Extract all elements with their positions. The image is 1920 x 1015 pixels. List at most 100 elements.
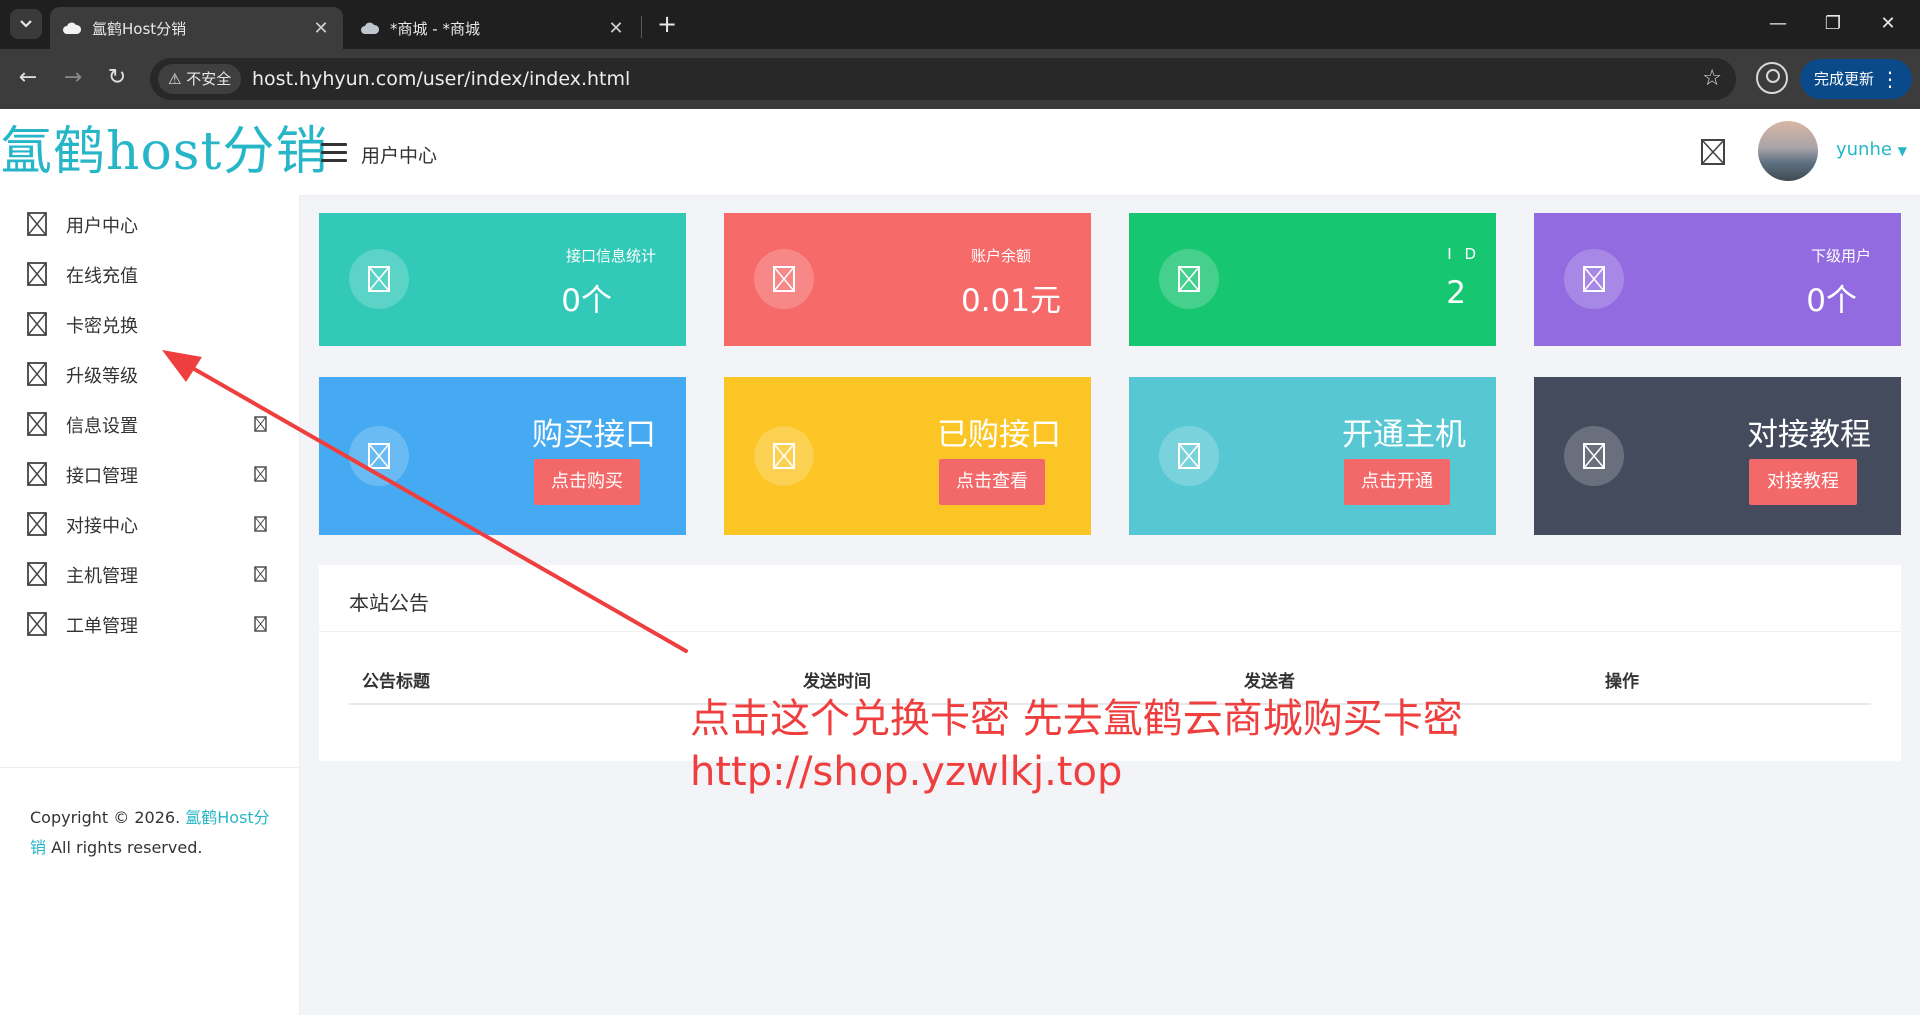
- action-card-tutorial: 对接教程 对接教程: [1534, 377, 1901, 535]
- sidebar-item-label: 接口管理: [66, 466, 138, 487]
- sidebar-item-integration[interactable]: 对接中心: [0, 499, 299, 549]
- close-window-button[interactable]: ✕: [1868, 10, 1908, 40]
- more-menu-icon: ⋮: [1880, 67, 1900, 91]
- sidebar-item-label: 用户中心: [66, 216, 138, 237]
- menu-toggle-icon[interactable]: [321, 143, 347, 163]
- browser-tab-bar: 氲鹤Host分销 ✕ *商城 - *商城 ✕ + — ❐ ✕: [0, 0, 1920, 49]
- expand-arrow-icon: [254, 516, 267, 532]
- notification-icon[interactable]: [1700, 139, 1726, 165]
- cloud-icon: [62, 18, 82, 38]
- profile-icon[interactable]: [1756, 62, 1788, 94]
- page-title: 用户中心: [361, 145, 438, 167]
- username-label: yunhe: [1836, 139, 1892, 160]
- tab-shop[interactable]: *商城 - *商城 ✕: [348, 7, 638, 49]
- stat-label: 接口信息统计: [565, 247, 656, 265]
- stat-card-api-count: 接口信息统计 0个: [319, 213, 686, 346]
- address-bar[interactable]: ⚠ 不安全 host.hyhyun.com/user/index/index.h…: [150, 58, 1736, 100]
- sidebar-item-label: 在线充值: [66, 266, 138, 287]
- update-button[interactable]: 完成更新 ⋮: [1800, 59, 1912, 99]
- panel-title: 本站公告: [349, 591, 429, 615]
- placeholder-icon: [1159, 249, 1219, 309]
- sidebar-item-api[interactable]: 接口管理: [0, 449, 299, 499]
- warning-icon: ⚠: [168, 70, 182, 88]
- placeholder-icon: [1564, 426, 1624, 486]
- expand-arrow-icon: [254, 616, 267, 632]
- back-arrow-icon[interactable]: ←: [12, 63, 44, 95]
- view-button[interactable]: 点击查看: [939, 459, 1045, 505]
- sidebar-item-tickets[interactable]: 工单管理: [0, 599, 299, 649]
- sidebar-item-label: 卡密兑换: [66, 316, 138, 337]
- column-header-action: 操作: [1605, 672, 1639, 692]
- browser-toolbar: ← → ↻ ⚠ 不安全 host.hyhyun.com/user/index/i…: [0, 49, 1920, 109]
- stat-card-balance: 账户余额 0.01元: [724, 213, 1091, 346]
- stat-card-id: I D 2: [1129, 213, 1496, 346]
- security-label: 不安全: [186, 70, 232, 88]
- placeholder-icon: [349, 249, 409, 309]
- sidebar-divider: [0, 767, 299, 768]
- new-tab-button[interactable]: +: [652, 10, 682, 40]
- tutorial-button[interactable]: 对接教程: [1749, 459, 1857, 505]
- forward-arrow-icon[interactable]: →: [57, 63, 89, 95]
- sidebar-item-settings[interactable]: 信息设置: [0, 399, 299, 449]
- user-menu[interactable]: yunhe ▼: [1836, 139, 1907, 160]
- sidebar-item-label: 信息设置: [66, 416, 138, 437]
- tab-title: 氲鹤Host分销: [92, 19, 187, 38]
- stat-value: 0个: [561, 283, 612, 319]
- placeholder-icon: [27, 212, 47, 236]
- placeholder-icon: [27, 412, 47, 436]
- placeholder-icon: [27, 362, 47, 386]
- open-button[interactable]: 点击开通: [1344, 459, 1450, 505]
- copyright-prefix: Copyright © 2026.: [30, 808, 181, 827]
- expand-arrow-icon: [254, 416, 267, 432]
- placeholder-icon: [27, 562, 47, 586]
- update-label: 完成更新: [1814, 70, 1875, 88]
- sidebar-item-user-center[interactable]: 用户中心: [0, 199, 299, 249]
- sidebar-item-label: 主机管理: [66, 566, 138, 587]
- placeholder-icon: [27, 462, 47, 486]
- placeholder-icon: [27, 262, 47, 286]
- placeholder-icon: [27, 512, 47, 536]
- stat-label: I D: [1447, 245, 1480, 263]
- action-title: 开通主机: [1342, 417, 1466, 453]
- avatar[interactable]: [1758, 121, 1818, 181]
- url-text[interactable]: host.hyhyun.com/user/index/index.html: [252, 58, 630, 100]
- reload-icon[interactable]: ↻: [101, 63, 133, 95]
- stat-label: 下级用户: [1810, 247, 1871, 265]
- close-tab-icon[interactable]: ✕: [311, 18, 331, 39]
- minimize-button[interactable]: —: [1758, 10, 1798, 40]
- stat-value: 2: [1446, 275, 1466, 311]
- expand-arrow-icon: [254, 466, 267, 482]
- column-header-sender: 发送者: [1244, 672, 1295, 692]
- placeholder-icon: [1564, 249, 1624, 309]
- restore-button[interactable]: ❐: [1813, 10, 1853, 40]
- stat-value: 0个: [1806, 283, 1857, 319]
- sidebar-item-recharge[interactable]: 在线充值: [0, 249, 299, 299]
- column-header-title: 公告标题: [362, 672, 430, 692]
- buy-button[interactable]: 点击购买: [534, 459, 640, 505]
- sidebar-item-upgrade[interactable]: 升级等级: [0, 349, 299, 399]
- bookmark-star-icon[interactable]: ☆: [1702, 58, 1722, 100]
- action-title: 购买接口: [532, 417, 656, 453]
- placeholder-icon: [27, 612, 47, 636]
- cloud-icon: [360, 18, 380, 38]
- placeholder-icon: [1159, 426, 1219, 486]
- site-logo[interactable]: 氲鹤host分销: [0, 119, 327, 185]
- tab-host[interactable]: 氲鹤Host分销 ✕: [50, 7, 343, 49]
- panel-divider: [319, 631, 1901, 632]
- placeholder-icon: [349, 426, 409, 486]
- chevron-down-icon: [20, 20, 32, 28]
- stat-value: 0.01元: [960, 283, 1061, 319]
- stat-label: 账户余额: [970, 247, 1031, 265]
- copyright: Copyright © 2026. 氲鹤Host分销 All rights re…: [30, 803, 270, 863]
- caret-down-icon: ▼: [1897, 144, 1907, 158]
- action-card-open-host: 开通主机 点击开通: [1129, 377, 1496, 535]
- tab-search-button[interactable]: [10, 9, 42, 39]
- column-header-time: 发送时间: [803, 672, 871, 692]
- sidebar-item-hosts[interactable]: 主机管理: [0, 549, 299, 599]
- sidebar-item-label: 工单管理: [66, 616, 138, 637]
- placeholder-icon: [27, 312, 47, 336]
- security-indicator[interactable]: ⚠ 不安全: [158, 64, 242, 94]
- close-tab-icon[interactable]: ✕: [606, 18, 626, 39]
- annotation-text: 点击这个兑换卡密 先去氲鹤云商城购买卡密: [690, 696, 1463, 742]
- sidebar-item-card-redeem[interactable]: 卡密兑换: [0, 299, 299, 349]
